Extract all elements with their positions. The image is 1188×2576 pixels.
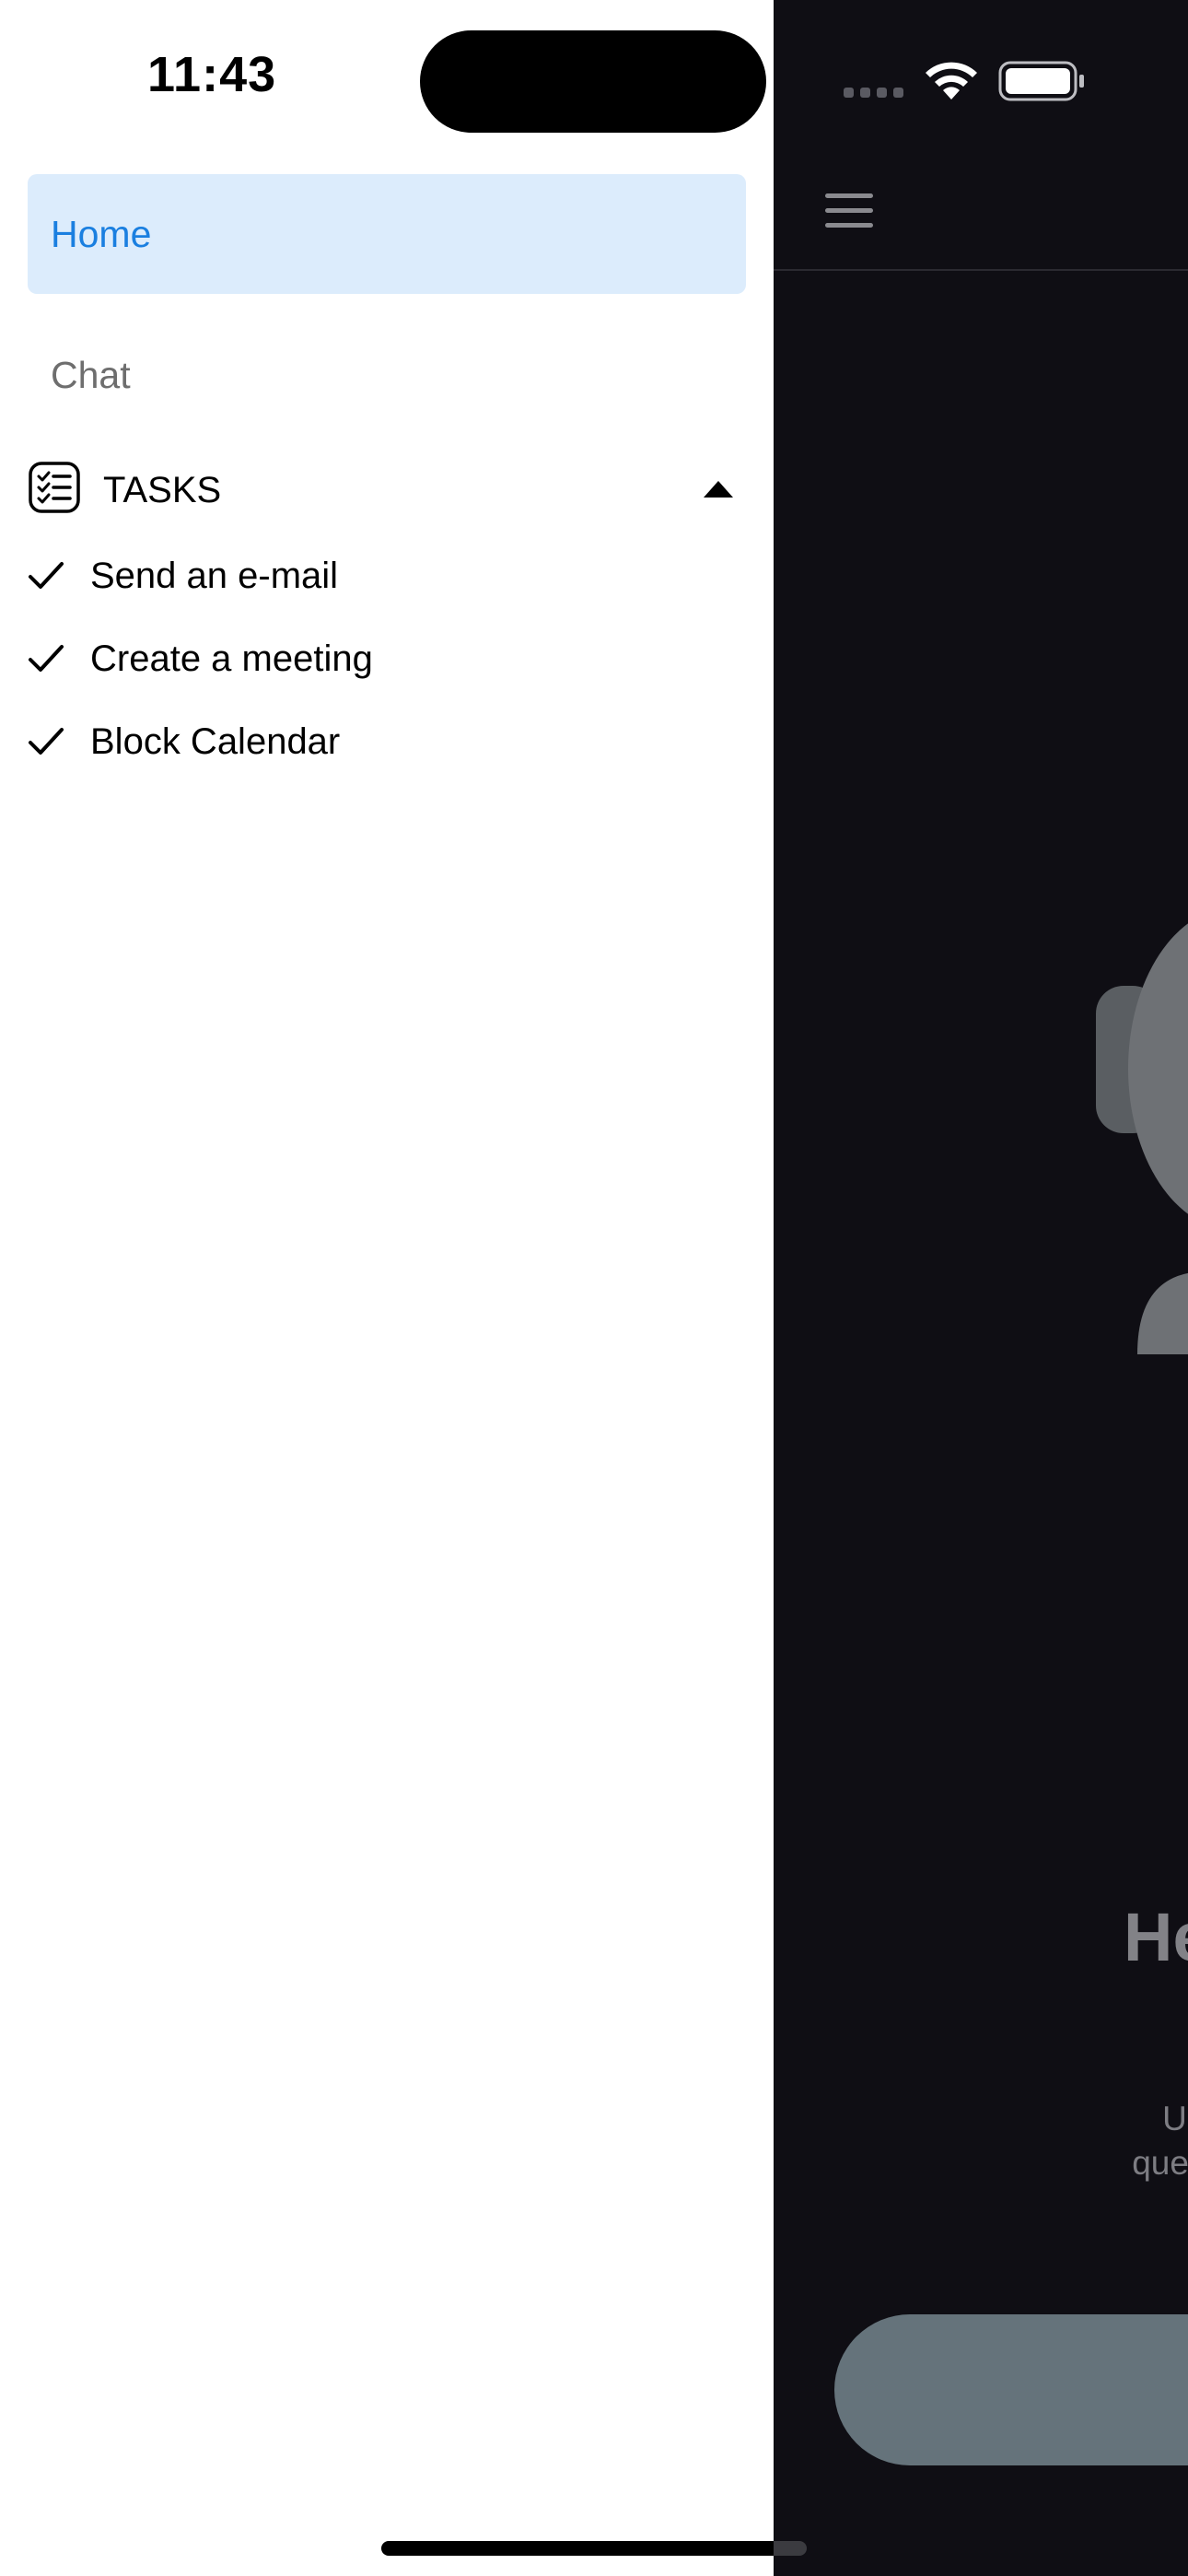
checklist-icon — [29, 462, 80, 513]
caret-up-icon[interactable] — [704, 481, 733, 498]
tasks-section-header[interactable]: TASKS — [28, 461, 746, 520]
hero-subtitle: Using th questions ar — [985, 2097, 1188, 2185]
task-item-label: Block Calendar — [90, 721, 341, 762]
nav-item-label: Home — [51, 213, 152, 255]
status-time: 11:43 — [147, 47, 277, 102]
nav-item-chat[interactable]: Chat — [28, 315, 746, 435]
task-item-send-email[interactable]: Send an e-mail — [28, 544, 746, 608]
task-item-create-meeting[interactable]: Create a meeting — [28, 626, 746, 691]
get-started-button[interactable] — [834, 2314, 1188, 2465]
tasks-section-title: TASKS — [103, 470, 222, 510]
checkmark-icon — [29, 728, 64, 755]
battery-icon — [998, 61, 1084, 101]
assistant-avatar-illustration — [1096, 923, 1188, 1354]
hero-subtitle-line: questions ar — [1132, 2144, 1188, 2182]
hero-title: He — [1124, 1899, 1188, 1975]
navigation-drawer: 11:43 Home Chat TASKS Send an e-mail Cre… — [0, 0, 774, 2576]
checkmark-icon — [29, 562, 64, 589]
wifi-icon — [926, 62, 977, 100]
checkmark-icon — [29, 645, 64, 672]
task-item-label: Create a meeting — [90, 638, 373, 679]
nav-item-home[interactable]: Home — [28, 174, 746, 294]
main-screen: He Using th questions ar — [774, 0, 1188, 2576]
dynamic-island — [420, 30, 766, 133]
hamburger-menu-icon[interactable] — [820, 181, 879, 240]
cellular-signal-icon — [844, 88, 903, 98]
header-divider — [774, 269, 1188, 271]
home-indicator — [381, 2541, 774, 2556]
task-item-block-calendar[interactable]: Block Calendar — [28, 709, 746, 774]
nav-item-label: Chat — [51, 354, 131, 396]
task-item-label: Send an e-mail — [90, 556, 339, 596]
home-indicator-right — [774, 2541, 807, 2556]
status-bar-right — [774, 0, 1188, 166]
hero-subtitle-line: Using th — [1162, 2100, 1188, 2137]
